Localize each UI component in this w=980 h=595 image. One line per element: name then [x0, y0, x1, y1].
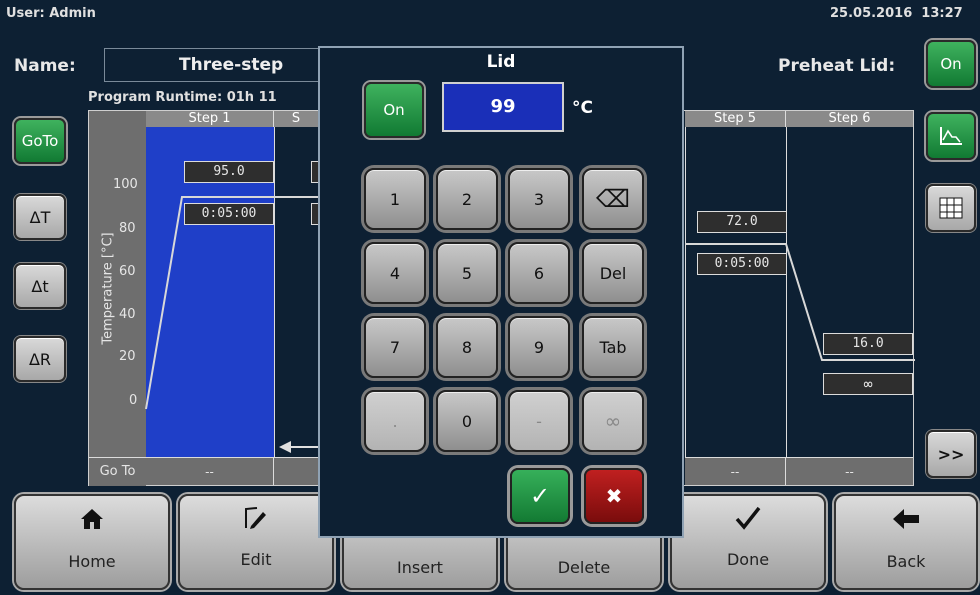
graph-icon: [940, 127, 962, 145]
back-label: Back: [886, 552, 926, 571]
step5-goto[interactable]: --: [685, 457, 786, 485]
checkmark-icon: [735, 506, 761, 530]
back-arrow-icon: [893, 509, 919, 529]
step1-hold-time[interactable]: 0:05:00: [184, 203, 274, 225]
home-button[interactable]: Home: [14, 494, 170, 590]
key-1[interactable]: 1: [364, 168, 426, 230]
goto-row-label: Go To: [89, 457, 146, 486]
key-2[interactable]: 2: [436, 168, 498, 230]
step1-temperature[interactable]: 95.0: [184, 161, 274, 183]
edit-label: Edit: [240, 550, 272, 569]
next-page-button[interactable]: >>: [926, 430, 976, 478]
key-9[interactable]: 9: [508, 316, 570, 378]
lid-value: 99: [490, 96, 516, 117]
key-infinity[interactable]: ∞: [582, 390, 644, 452]
insert-label: Insert: [397, 558, 443, 577]
delta-time-button[interactable]: Δt: [14, 263, 66, 309]
key-2-label: 2: [461, 189, 473, 209]
step5-hold-time[interactable]: 0:05:00: [697, 253, 787, 275]
lid-unit: °C: [572, 98, 593, 118]
lid-dialog: Lid On 99 °C 1 2 3 ⌫ 4 5 6 Del 7 8 9 Tab…: [318, 46, 684, 538]
key-9-label: 9: [533, 337, 545, 357]
lid-on-toggle[interactable]: On: [364, 82, 424, 138]
key-6-label: 6: [533, 263, 545, 283]
preheat-lid-state: On: [940, 55, 962, 73]
step2-goto[interactable]: [274, 457, 319, 485]
key-0[interactable]: 0: [436, 390, 498, 452]
key-tab[interactable]: Tab: [582, 316, 644, 378]
lid-value-display[interactable]: 99: [442, 82, 564, 132]
home-label: Home: [68, 552, 116, 571]
user-label: User: Admin: [6, 6, 96, 21]
step1-goto[interactable]: --: [146, 457, 274, 485]
key-del[interactable]: Del: [582, 242, 644, 304]
backspace-icon: ⌫: [596, 185, 630, 213]
next-page-label: >>: [937, 444, 965, 464]
table-view-button[interactable]: [926, 184, 976, 232]
infinity-icon: ∞: [604, 409, 622, 433]
program-name-field[interactable]: Three-step: [104, 48, 324, 82]
key-5[interactable]: 5: [436, 242, 498, 304]
delta-rate-label: ΔR: [28, 349, 52, 369]
key-1-label: 1: [389, 189, 401, 209]
datetime-label: 25.05.2016 13:27: [830, 6, 963, 21]
preheat-lid-toggle[interactable]: On: [926, 40, 976, 88]
dialog-title: Lid: [486, 52, 516, 72]
delta-time-label: Δt: [31, 276, 49, 296]
key-4-label: 4: [389, 263, 401, 283]
key-7[interactable]: 7: [364, 316, 426, 378]
check-icon: ✓: [529, 482, 551, 510]
done-label: Done: [726, 550, 770, 569]
goto-button-label: GoTo: [21, 132, 59, 150]
key-4[interactable]: 4: [364, 242, 426, 304]
key-backspace[interactable]: ⌫: [582, 168, 644, 230]
name-label: Name:: [14, 56, 76, 76]
step5-temperature[interactable]: 72.0: [697, 211, 787, 233]
key-8[interactable]: 8: [436, 316, 498, 378]
cancel-button[interactable]: ✖: [584, 468, 644, 524]
key-3[interactable]: 3: [508, 168, 570, 230]
edit-button[interactable]: Edit: [178, 494, 334, 590]
key-decimal-label: .: [392, 411, 398, 431]
cancel-x-icon: ✖: [605, 484, 623, 508]
delete-label: Delete: [557, 558, 611, 577]
key-3-label: 3: [533, 189, 545, 209]
graph-view-button[interactable]: [926, 112, 976, 160]
delta-rate-button[interactable]: ΔR: [14, 336, 66, 382]
key-minus-label: -: [536, 411, 542, 431]
edit-icon: [245, 507, 266, 529]
key-5-label: 5: [461, 263, 473, 283]
key-8-label: 8: [461, 337, 473, 357]
step6-hold-time[interactable]: ∞: [823, 373, 913, 395]
table-icon: [939, 197, 963, 219]
preheat-lid-label: Preheat Lid:: [778, 56, 896, 76]
key-6[interactable]: 6: [508, 242, 570, 304]
home-icon: [81, 509, 103, 529]
key-del-label: Del: [599, 263, 627, 283]
key-7-label: 7: [389, 337, 401, 357]
goto-button[interactable]: GoTo: [14, 118, 66, 164]
confirm-button[interactable]: ✓: [510, 468, 570, 524]
step6-goto[interactable]: --: [786, 457, 913, 485]
key-decimal: .: [364, 390, 426, 452]
program-name-value: Three-step: [179, 55, 284, 75]
back-button[interactable]: Back: [834, 494, 978, 590]
lid-on-label: On: [383, 101, 405, 119]
step6-temperature[interactable]: 16.0: [823, 333, 913, 355]
key-0-label: 0: [461, 411, 473, 431]
done-button[interactable]: Done: [670, 494, 826, 590]
key-tab-label: Tab: [599, 337, 627, 357]
key-minus: -: [508, 390, 570, 452]
program-runtime: Program Runtime: 01h 11: [88, 90, 277, 105]
delta-temperature-label: ΔT: [29, 207, 51, 227]
delta-temperature-button[interactable]: ΔT: [14, 194, 66, 240]
